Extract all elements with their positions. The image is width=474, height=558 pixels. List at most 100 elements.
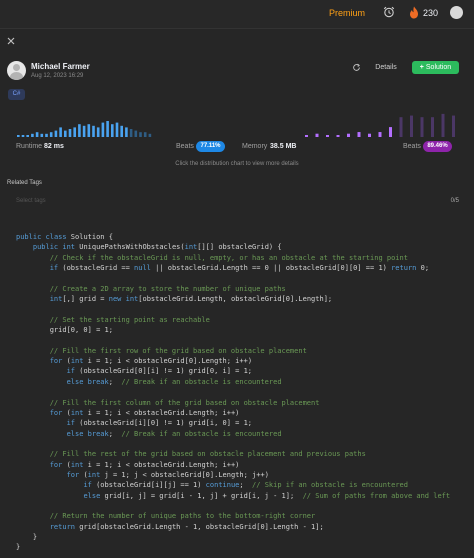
- runtime-bar[interactable]: [21, 135, 25, 137]
- runtime-bar[interactable]: [45, 133, 48, 137]
- memory-bar[interactable]: [399, 117, 403, 137]
- runtime-bar[interactable]: [125, 127, 128, 137]
- code-line: if (obstacleGrid[0][i] != 1) grid[0, i] …: [66, 367, 253, 376]
- code-line: grid[0, 0] = 1;: [16, 326, 113, 335]
- distribution-hint: Click the distribution chart to view mor…: [175, 161, 299, 167]
- code-line: else break; // Break if an obstacle is e…: [66, 429, 282, 438]
- runtime-bar[interactable]: [59, 127, 62, 137]
- runtime-bar[interactable]: [96, 127, 100, 137]
- code-line: if (obstacleGrid[i][j] == 1) continue; /…: [83, 481, 408, 490]
- runtime-bar[interactable]: [35, 132, 39, 137]
- code-block[interactable]: public class Solution { public int Uniqu…: [16, 232, 466, 553]
- memory-bar[interactable]: [315, 133, 319, 137]
- tags-placeholder: Select tags: [16, 198, 46, 204]
- runtime-value: 82 ms: [44, 143, 64, 150]
- code-line: // Return the number of unique paths to …: [49, 512, 316, 521]
- runtime-bar[interactable]: [82, 125, 86, 137]
- runtime-bar[interactable]: [92, 125, 95, 137]
- runtime-bar[interactable]: [40, 133, 44, 137]
- code-line: public int UniquePathsWithObstacles(int[…: [32, 243, 282, 252]
- code-line: for (int i = 1; i < obstacleGrid.Length;…: [49, 408, 240, 417]
- runtime-bar[interactable]: [134, 130, 138, 137]
- code-line: else grid[i, j] = grid[i - 1, j] + grid[…: [83, 491, 451, 500]
- memory-bar[interactable]: [441, 113, 445, 137]
- runtime-bar[interactable]: [87, 124, 91, 137]
- code-line: // Set the starting point as reachable: [49, 315, 210, 324]
- memory-bar[interactable]: [326, 135, 329, 137]
- code-line: for (int i = 1; i < obstacleGrid.Length;…: [49, 460, 240, 469]
- code-line: // Fill the rest of the grid based on ob…: [49, 450, 366, 459]
- memory-bar[interactable]: [452, 115, 455, 137]
- memory-bar[interactable]: [431, 117, 434, 137]
- code-line: }: [16, 543, 21, 552]
- runtime-bar[interactable]: [129, 129, 133, 137]
- runtime-bar[interactable]: [73, 127, 76, 137]
- code-line: // Fill the first row of the grid based …: [49, 346, 307, 355]
- memory-label: Memory: [242, 143, 268, 150]
- tags-select[interactable]: Select tags 0/5: [7, 192, 459, 210]
- runtime-bar[interactable]: [68, 129, 72, 137]
- runtime-bar[interactable]: [139, 132, 142, 137]
- post-solution-button[interactable]: + Solution: [412, 61, 459, 74]
- memory-bar[interactable]: [420, 117, 424, 137]
- runtime-bar[interactable]: [78, 124, 81, 137]
- top-bar: Premium 230: [0, 0, 474, 29]
- runtime-bar[interactable]: [148, 133, 152, 137]
- runtime-bar[interactable]: [49, 132, 53, 137]
- runtime-bar[interactable]: [64, 130, 67, 137]
- memory-bar[interactable]: [410, 115, 413, 137]
- runtime-bar[interactable]: [26, 135, 29, 137]
- alarm-clock-icon[interactable]: [383, 6, 395, 18]
- code-line: public class Solution {: [16, 233, 113, 241]
- streak-count: 230: [423, 8, 439, 18]
- user-avatar[interactable]: [450, 6, 463, 19]
- runtime-bar[interactable]: [143, 132, 147, 137]
- fire-icon[interactable]: [409, 6, 419, 19]
- code-line: // Fill the first column of the grid bas…: [49, 398, 320, 407]
- runtime-bar[interactable]: [17, 135, 20, 137]
- tags-count: 0/5: [450, 198, 459, 204]
- runtime-bar[interactable]: [106, 121, 109, 137]
- code-line: return grid[obstacleGrid.Length - 1, obs…: [49, 522, 324, 531]
- post-date: Aug 12, 2023 16:29: [31, 73, 84, 79]
- close-icon[interactable]: [6, 36, 16, 46]
- runtime-beats-label: Beats: [176, 143, 194, 150]
- code-line: for (int j = 1; j < obstacleGrid[0].Leng…: [66, 470, 269, 479]
- post-solution-label: Solution: [425, 64, 452, 71]
- memory-bar[interactable]: [368, 133, 371, 137]
- memory-bar[interactable]: [378, 132, 382, 137]
- code-line: // Check if the obstacleGrid is null, em…: [49, 253, 408, 262]
- memory-bar[interactable]: [357, 132, 361, 137]
- author-avatar[interactable]: [7, 61, 26, 80]
- code-line: // Create a 2D array to store the number…: [49, 284, 286, 293]
- memory-bar[interactable]: [347, 133, 350, 137]
- code-line: }: [16, 532, 38, 541]
- runtime-bar[interactable]: [120, 125, 123, 137]
- runtime-bar[interactable]: [54, 130, 58, 137]
- code-line: if (obstacleGrid[i][0] != 1) grid[i, 0] …: [66, 419, 253, 428]
- runtime-bar[interactable]: [31, 133, 34, 137]
- memory-bar[interactable]: [305, 135, 308, 137]
- memory-value: 38.5 MB: [270, 143, 297, 150]
- language-tag[interactable]: C#: [8, 89, 25, 100]
- code-line: for (int i = 1; i < obstacleGrid[0].Leng…: [49, 357, 253, 366]
- runtime-bar[interactable]: [101, 122, 105, 137]
- memory-bar[interactable]: [336, 135, 340, 137]
- author-name[interactable]: Michael Farmer: [31, 62, 90, 71]
- plus-icon: +: [419, 64, 424, 71]
- runtime-bar[interactable]: [111, 124, 114, 137]
- code-line: if (obstacleGrid == null || obstacleGrid…: [49, 264, 430, 273]
- details-button[interactable]: Details: [371, 61, 401, 74]
- premium-link[interactable]: Premium: [329, 8, 365, 18]
- related-tags-title: Related Tags: [7, 180, 42, 186]
- runtime-beats-badge: 77.11%: [196, 141, 225, 152]
- memory-bar[interactable]: [389, 127, 392, 137]
- runtime-bar[interactable]: [115, 122, 119, 137]
- runtime-label: Runtime: [16, 143, 43, 150]
- code-line: int[,] grid = new int[obstacleGrid.Lengt…: [49, 295, 333, 304]
- refresh-icon[interactable]: [352, 63, 361, 72]
- code-line: else break; // Break if an obstacle is e…: [66, 377, 282, 386]
